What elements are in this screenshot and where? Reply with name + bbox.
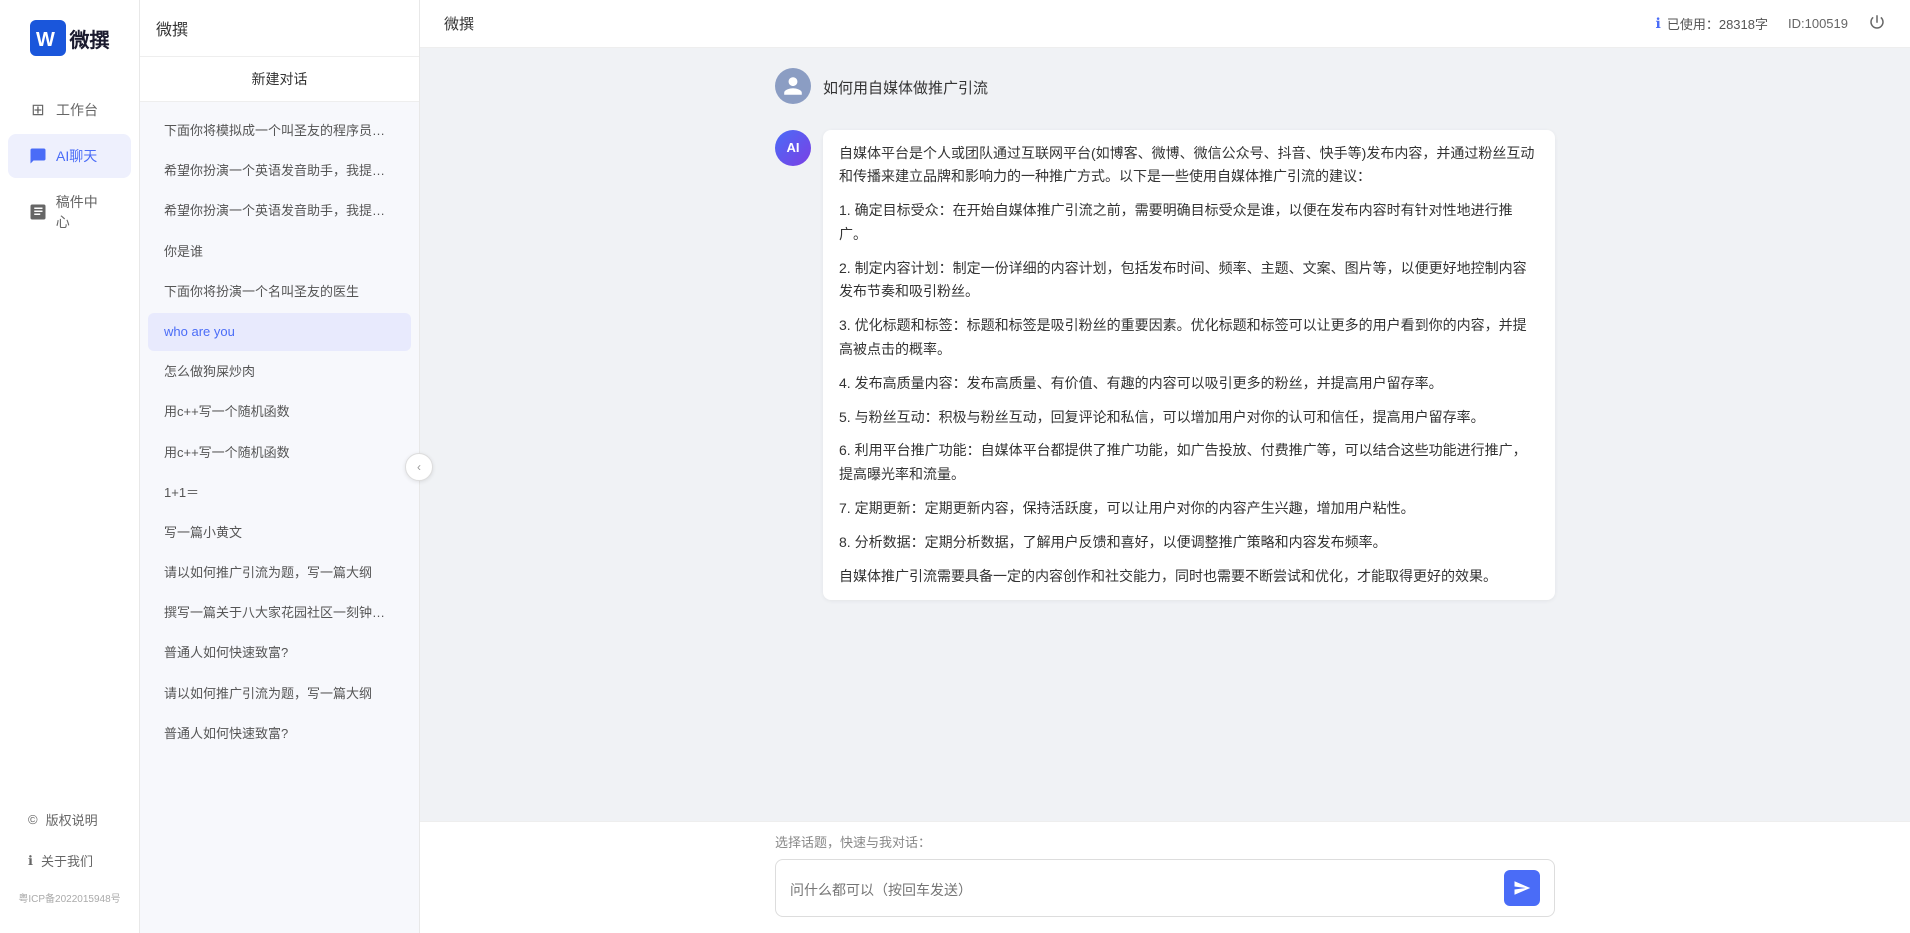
sidebar-nav: ⊞ 工作台 AI聊天 稿件中心: [0, 86, 139, 798]
chat-item-10[interactable]: 写一篇小黄文: [148, 514, 411, 552]
logo: W 微撰: [30, 20, 110, 56]
workbench-icon: ⊞: [28, 100, 48, 120]
ai-point-0: 1. 确定目标受众：在开始自媒体推广引流之前，需要明确目标受众是谁，以便在发布内…: [839, 199, 1539, 247]
ai-message-bubble: 自媒体平台是个人或团队通过互联网平台(如博客、微博、微信公众号、抖音、快手等)发…: [823, 130, 1555, 601]
drafts-icon: [28, 202, 48, 222]
send-icon: [1513, 879, 1531, 897]
usage-icon: ℹ: [1656, 15, 1661, 32]
chat-item-4[interactable]: 下面你将扮演一个名叫圣友的医生: [148, 273, 411, 311]
sidebar-item-label-workbench: 工作台: [56, 100, 98, 120]
ai-chat-icon: [28, 146, 48, 166]
middle-panel: 微撰 新建对话 下面你将模拟成一个叫圣友的程序员，我说... 希望你扮演一个英语…: [140, 0, 420, 933]
ai-avatar: AI: [775, 130, 811, 166]
quick-topics-label: 选择话题，快速与我对话：: [775, 832, 1555, 851]
ai-point-7: 8. 分析数据：定期分析数据，了解用户反馈和喜好，以便调整推广策略和内容发布频率…: [839, 531, 1539, 555]
id-text: ID:100519: [1788, 16, 1848, 31]
user-message: 如何用自媒体做推广引流: [775, 68, 1555, 110]
chat-list: 下面你将模拟成一个叫圣友的程序员，我说... 希望你扮演一个英语发音助手，我提供…: [140, 102, 419, 933]
copyright-icon: ©: [28, 812, 38, 827]
sidebar-item-ai-chat[interactable]: AI聊天: [8, 134, 131, 178]
chat-item-15[interactable]: 普通人如何快速致富?: [148, 715, 411, 753]
ai-point-4: 5. 与粉丝互动：积极与粉丝互动，回复评论和私信，可以增加用户对你的认可和信任，…: [839, 406, 1539, 430]
input-container: 选择话题，快速与我对话：: [735, 822, 1595, 933]
logo-text: 微撰: [70, 24, 110, 53]
svg-text:W: W: [36, 29, 55, 51]
top-bar-right: ℹ 已使用：28318字 ID:100519: [1656, 13, 1886, 34]
ai-point-1: 2. 制定内容计划：制定一份详细的内容计划，包括发布时间、频率、主题、文案、图片…: [839, 257, 1539, 305]
chat-item-13[interactable]: 普通人如何快速致富?: [148, 634, 411, 672]
sidebar-item-copyright[interactable]: © 版权说明: [8, 800, 131, 839]
ai-point-3: 4. 发布高质量内容：发布高质量、有价值、有趣的内容可以吸引更多的粉丝，并提高用…: [839, 372, 1539, 396]
power-icon[interactable]: [1868, 13, 1886, 34]
ai-conclusion: 自媒体推广引流需要具备一定的内容创作和社交能力，同时也需要不断尝试和优化，才能取…: [839, 565, 1539, 589]
chat-wrapper: 如何用自媒体做推广引流 AI 自媒体平台是个人或团队通过互联网平台(如博客、微博…: [420, 48, 1910, 933]
ai-intro: 自媒体平台是个人或团队通过互联网平台(如博客、微博、微信公众号、抖音、快手等)发…: [839, 142, 1539, 190]
middle-title: 微撰: [156, 22, 188, 39]
chat-item-11[interactable]: 请以如何推广引流为题，写一篇大纲: [148, 554, 411, 592]
sidebar-item-label-about: 关于我们: [41, 851, 93, 870]
chat-item-8[interactable]: 用c++写一个随机函数: [148, 434, 411, 472]
sidebar-bottom: © 版权说明 ℹ 关于我们 粤ICP备2022015948号: [0, 798, 139, 913]
sidebar-item-about[interactable]: ℹ 关于我们: [8, 841, 131, 880]
sidebar-item-drafts[interactable]: 稿件中心: [8, 180, 131, 244]
sidebar-item-label-copyright: 版权说明: [46, 810, 98, 829]
chat-item-3[interactable]: 你是谁: [148, 233, 411, 271]
chat-item-1[interactable]: 希望你扮演一个英语发音助手，我提供给你...: [148, 152, 411, 190]
middle-header: 微撰: [140, 0, 419, 57]
user-avatar: [775, 68, 811, 104]
logo-icon: W: [30, 20, 66, 56]
chat-item-12[interactable]: 撰写一篇关于八大家花园社区一刻钟便民生...: [148, 594, 411, 632]
sidebar: W 微撰 ⊞ 工作台 AI聊天 稿件中心 © 版权说明 ℹ 关于我们: [0, 0, 140, 933]
usage-text: 已使用：28318字: [1667, 14, 1768, 33]
new-chat-button[interactable]: 新建对话: [140, 57, 419, 102]
send-button[interactable]: [1504, 870, 1540, 906]
input-wrapper: [775, 859, 1555, 917]
ai-point-6: 7. 定期更新：定期更新内容，保持活跃度，可以让用户对你的内容产生兴趣，增加用户…: [839, 497, 1539, 521]
sidebar-item-workbench[interactable]: ⊞ 工作台: [8, 88, 131, 132]
main-content: 微撰 ℹ 已使用：28318字 ID:100519 如何用自媒体做推广引流: [420, 0, 1910, 933]
icp-text: 粤ICP备2022015948号: [0, 882, 139, 913]
ai-point-2: 3. 优化标题和标签：标题和标签是吸引粉丝的重要因素。优化标题和标签可以让更多的…: [839, 314, 1539, 362]
ai-point-5: 6. 利用平台推广功能：自媒体平台都提供了推广功能，如广告投放、付费推广等，可以…: [839, 439, 1539, 487]
chat-input[interactable]: [790, 880, 1496, 896]
user-message-text: 如何用自媒体做推广引流: [823, 68, 988, 110]
chat-inner: 如何用自媒体做推广引流 AI 自媒体平台是个人或团队通过互联网平台(如博客、微博…: [735, 48, 1595, 640]
chat-scroll-area: 如何用自媒体做推广引流 AI 自媒体平台是个人或团队通过互联网平台(如博客、微博…: [420, 48, 1910, 821]
collapse-panel-button[interactable]: ‹: [405, 453, 433, 481]
chat-item-14[interactable]: 请以如何推广引流为题，写一篇大纲: [148, 675, 411, 713]
chat-item-0[interactable]: 下面你将模拟成一个叫圣友的程序员，我说...: [148, 112, 411, 150]
chat-item-7[interactable]: 用c++写一个随机函数: [148, 393, 411, 431]
chat-item-2[interactable]: 希望你扮演一个英语发音助手，我提供给你...: [148, 192, 411, 230]
ai-message: AI 自媒体平台是个人或团队通过互联网平台(如博客、微博、微信公众号、抖音、快手…: [775, 130, 1555, 601]
about-icon: ℹ: [28, 853, 33, 869]
sidebar-item-label-ai-chat: AI聊天: [56, 146, 97, 166]
input-section: 选择话题，快速与我对话：: [420, 821, 1910, 933]
sidebar-item-label-drafts: 稿件中心: [56, 192, 111, 232]
top-bar: 微撰 ℹ 已使用：28318字 ID:100519: [420, 0, 1910, 48]
usage-info: ℹ 已使用：28318字: [1656, 14, 1768, 33]
chat-item-9[interactable]: 1+1＝: [148, 474, 411, 512]
chat-item-6[interactable]: 怎么做狗屎炒肉: [148, 353, 411, 391]
chat-item-5[interactable]: who are you: [148, 313, 411, 351]
page-title: 微撰: [444, 13, 474, 34]
